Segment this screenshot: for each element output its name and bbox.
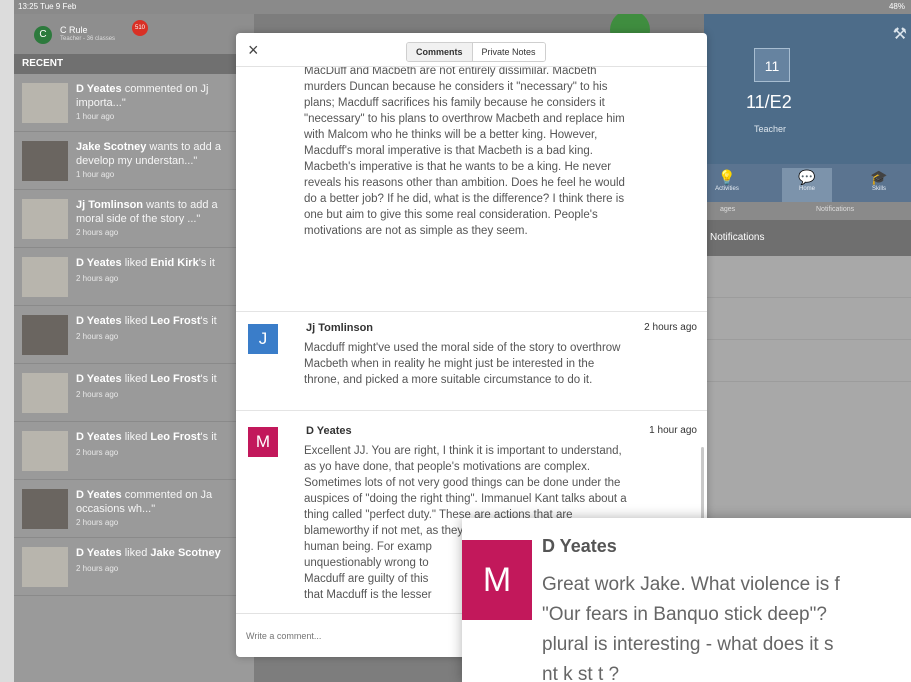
comment-author: D Yeates [542, 536, 617, 556]
tab-private-notes[interactable]: Private Notes [471, 43, 545, 61]
feed-thumbnail [22, 199, 68, 239]
tab-home[interactable]: 💬 Home [782, 168, 832, 202]
wrench-icon[interactable]: ⚒ [893, 24, 907, 44]
feed-thumbnail [22, 547, 68, 587]
status-time: 13:25 Tue 9 Feb [18, 2, 77, 11]
avatar: C [34, 26, 52, 44]
feed-thumbnail [22, 373, 68, 413]
avatar: M [248, 427, 278, 457]
tab-activities[interactable]: 💡 Activities [702, 168, 752, 192]
battery-indicator: 48% [888, 2, 905, 11]
recent-feed: D Yeates commented on Jj importa..." 1 hou… [14, 74, 254, 596]
comment-time: 1 hour ago [649, 425, 697, 436]
modal-header: × Comments Private Notes [236, 33, 707, 67]
feed-time: 2 hours ago [76, 332, 119, 341]
feed-thumbnail [22, 431, 68, 471]
chat-bubble-icon: 💬 [798, 169, 816, 185]
graduation-cap-icon: 🎓 [870, 169, 888, 185]
feed-item[interactable]: D Yeates commented on Ja occasions wh..."… [14, 480, 254, 538]
comment-body: MacDuff and Macbeth are not entirely dis… [304, 67, 625, 237]
status-bar: 13:25 Tue 9 Feb 48% [14, 0, 911, 14]
feed-text: Jake Scotney wants to add a develop my un… [76, 141, 221, 167]
feed-thumbnail [22, 315, 68, 355]
notification-badge: 510 [132, 20, 148, 36]
avatar: M [462, 540, 532, 620]
feed-item[interactable]: D Yeates liked Leo Frost's it 2 hours ago [14, 306, 254, 364]
app-frame: 13:25 Tue 9 Feb 48% C C Rule Teacher - 3… [14, 0, 911, 682]
feed-thumbnail [22, 83, 68, 123]
class-header: ⚒ 11 11/E2 Teacher [704, 14, 911, 164]
user-role: Teacher - 36 classes [60, 36, 116, 42]
feed-thumbnail [22, 141, 68, 181]
comment-time: 2 hours ago [644, 322, 697, 333]
comment-body: Macduff might've used the moral side of … [304, 342, 621, 386]
feed-item[interactable]: D Yeates commented on Jj importa..." 1 hou… [14, 74, 254, 132]
feed-text: D Yeates liked Enid Kirk's it [76, 257, 215, 269]
avatar: J [248, 324, 278, 354]
feed-text: D Yeates liked Jake Scotney [76, 547, 221, 559]
feed-text: D Yeates commented on Jj importa..." [76, 83, 209, 109]
feed-text: D Yeates liked Leo Frost's it [76, 431, 217, 443]
feed-text: Jj Tomlinson wants to add a moral side of… [76, 199, 218, 225]
feed-item[interactable]: D Yeates liked Leo Frost's it 2 hours ago [14, 364, 254, 422]
feed-time: 2 hours ago [76, 564, 119, 573]
feed-time: 2 hours ago [76, 228, 119, 237]
feed-time: 2 hours ago [76, 390, 119, 399]
tab-skills[interactable]: 🎓 Skills [854, 168, 904, 192]
user-name: C Rule [60, 25, 88, 35]
sidebar: C C Rule Teacher - 36 classes 510 RECENT… [14, 14, 254, 682]
feed-item[interactable]: D Yeates liked Jake Scotney 2 hours ago [14, 538, 254, 596]
feed-time: 1 hour ago [76, 112, 115, 121]
feed-text: D Yeates commented on Ja occasions wh..." [76, 489, 213, 515]
close-icon[interactable]: × [248, 40, 259, 61]
notification-segment: ages Notifications [704, 202, 911, 220]
feed-item[interactable]: Jake Scotney wants to add a develop my un… [14, 132, 254, 190]
feed-item[interactable]: Jj Tomlinson wants to add a moral side of… [14, 190, 254, 248]
class-tabs: 💡 Activities 💬 Home 🎓 Skills [704, 164, 911, 202]
tab-comments[interactable]: Comments [407, 43, 472, 61]
segment-pages[interactable]: ages [720, 206, 735, 213]
feed-text: D Yeates liked Leo Frost's it [76, 373, 217, 385]
feed-item[interactable]: D Yeates liked Enid Kirk's it 2 hours ago [14, 248, 254, 306]
modal-tabs: Comments Private Notes [406, 42, 546, 62]
class-name: 11/E2 [746, 92, 792, 112]
feed-time: 2 hours ago [76, 448, 119, 457]
feed-thumbnail [22, 489, 68, 529]
feed-time: 2 hours ago [76, 518, 119, 527]
class-number: 11 [754, 48, 790, 82]
lightbulb-icon: 💡 [718, 169, 736, 185]
feed-item[interactable]: D Yeates liked Leo Frost's it 2 hours ago [14, 422, 254, 480]
feed-thumbnail [22, 257, 68, 297]
zoomed-comment: M D Yeates Great work Jake. What violenc… [462, 518, 911, 682]
comment-author: Jj Tomlinson [306, 322, 374, 334]
feed-text: D Yeates liked Leo Frost's it [76, 315, 217, 327]
comment-body: Great work Jake. What violence is f "Our … [542, 574, 840, 682]
comment-author: D Yeates [306, 425, 352, 437]
recent-header: RECENT [14, 54, 254, 74]
feed-time: 2 hours ago [76, 274, 119, 283]
user-switcher[interactable]: C C Rule Teacher - 36 classes 510 [14, 14, 254, 54]
comment-item: J Jj Tomlinson 2 hours ago Macduff might… [236, 311, 707, 410]
notifications-header: Notifications [704, 220, 911, 256]
feed-time: 1 hour ago [76, 170, 115, 179]
class-role: Teacher [754, 124, 787, 134]
segment-notifications[interactable]: Notifications [816, 206, 854, 213]
